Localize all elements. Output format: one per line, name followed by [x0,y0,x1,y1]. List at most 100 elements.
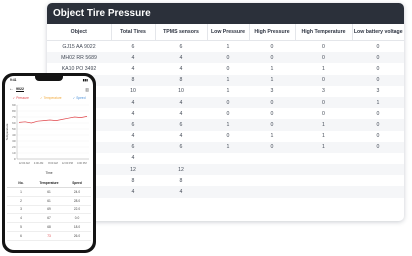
table-row[interactable]: 88 [47,175,404,186]
chart-svg: 90 80 70 60 50 40 30 20 10 012:00 AM 4:00 AM 8:00 A… [5,103,89,165]
table-row[interactable]: 4 4 0 0 0 0 [47,108,404,119]
column-header: Low Pressure [206,24,249,41]
value-cell: 10 [178,88,184,95]
bar-chart-icon[interactable]: ▥ [85,87,89,92]
column-header: Total Tires [110,24,155,41]
y-tick-label: 10 [12,151,16,155]
value-cell: 0 [249,96,295,109]
reading-cell: 18.0 [63,222,91,232]
value-cell: 1 [249,74,295,86]
table-row[interactable]: 12 12 [47,164,404,176]
temperature-chart: 90 80 70 60 50 40 30 20 10 0 12:00 AM 4:00 AM 8:00 A… [5,101,93,171]
table-row[interactable]: 881100 [47,74,404,86]
reading-cell: 6 [7,231,35,241]
reading-cell: 2 [7,196,35,206]
x-tick-label: 4:00 AM [34,161,44,165]
reading-cell: 22.0 [63,205,91,215]
legend-temperature[interactable]: ✓ Temperature [40,96,62,100]
legend-pressure[interactable]: ✓ Pressure [13,96,29,100]
reading-cell: 28.0 [63,196,91,206]
value-cell: 8 [179,177,183,184]
app-bar: ← 9022 ▥ [5,83,93,95]
value-cell: 3 [376,88,380,95]
value-cell: 6 [155,141,207,153]
value-cell: 8 [111,74,155,86]
back-arrow-icon[interactable]: ← [9,86,16,92]
table-row[interactable]: 4 [47,153,404,164]
table-row[interactable]: 661010 [47,141,404,153]
column-header: Object [47,24,111,41]
reading-cell: 69 [35,205,63,215]
reading-cell: 24.0 [63,187,91,197]
table-row[interactable]: GJ15 AA 9022 6 6 1 0 0 0 [47,41,404,53]
value-cell [295,164,352,176]
value-cell: 4 [179,65,183,72]
value-cell: 4 [131,65,135,72]
y-tick-label: 80 [12,109,16,113]
value-cell: 4 [111,52,155,64]
value-cell: 4 [131,133,135,140]
value-cell: 4 [131,155,135,162]
phone-screen: 9:41 ▮▮▮ ← 9022 ▥ ✓ Pressure ✓ Temperatu… [5,76,93,250]
reading-cell: 73 [35,231,63,241]
value-cell: 0 [249,141,295,153]
table-row[interactable]: 440001 [47,96,404,109]
value-cell: 0 [322,43,325,50]
value-cell: 1 [226,88,230,95]
table-row[interactable]: KA10 PO 3492 4 4 0 1 1 0 [47,63,404,74]
y-tick-label: 30 [12,139,16,143]
reading-cell: 67 [35,213,63,224]
y-tick-label: 90 [12,103,16,107]
value-cell [295,175,352,186]
reading-table: No. Temperature Speed 1 61 24.0 2 61 28.0 3 69 22.… [7,179,91,241]
value-cell: 4 [111,186,155,198]
value-cell: 4 [179,133,183,140]
value-cell: 1 [322,133,325,140]
value-cell [207,153,249,164]
reading-column-header: Speed [63,179,91,188]
reading-cell: 5 [7,222,35,232]
value-cell: 4 [111,96,155,109]
y-tick-label: 40 [12,133,16,137]
value-cell [155,153,207,164]
legend-pressure-label: Pressure [16,96,29,100]
table-row[interactable]: 44 [47,186,404,198]
y-tick-label: 50 [12,127,16,131]
table-row[interactable]: 4 4 0 1 1 0 [47,131,404,142]
value-cell: 0 [249,52,295,64]
pressure-check-icon: ✓ [12,96,16,100]
reading-cell: 26.0 [63,231,91,241]
value-cell: 4 [155,186,207,198]
reading-cell: 1 [7,187,35,197]
object-title: 9022 [16,87,24,91]
table-row[interactable]: 10 10 1 3 3 3 [47,86,404,97]
value-cell: 0 [226,110,230,117]
tire-pressure-panel: Object Tire Pressure Object Total Tires TP… [47,3,404,221]
table-row[interactable]: MH02 RR 5689 4 4 0 0 0 0 [47,52,404,64]
value-cell: 0 [207,96,249,109]
value-cell: 12 [155,164,207,176]
value-cell [207,164,249,176]
value-cell [352,153,404,164]
value-cell: 4 [155,96,207,109]
table-row[interactable]: 661010 [47,119,404,131]
value-cell [249,164,295,176]
temperature-check-icon: ✓ [39,96,43,100]
value-cell: 4 [179,110,183,117]
reading-column-header: No. [7,179,35,188]
value-cell: 12 [111,164,155,176]
value-cell: 0 [226,133,230,140]
column-header: Low battery voltage [351,24,404,41]
value-cell: 0 [352,141,404,153]
reading-row: 1 61 24.0 [7,187,91,197]
object-cell: MH02 RR 5689 [47,52,111,64]
reading-row: 5 68 18.0 [7,222,91,232]
column-header: High Pressure [248,24,295,41]
legend-speed[interactable]: ✓ Speed [73,96,86,100]
column-header: High Temperature [294,24,352,41]
status-icons: ▮▮▮ [82,77,88,82]
value-cell: 1 [352,96,404,109]
value-cell: 0 [376,110,380,117]
value-cell: 1 [270,133,274,140]
value-cell: 0 [376,43,380,50]
